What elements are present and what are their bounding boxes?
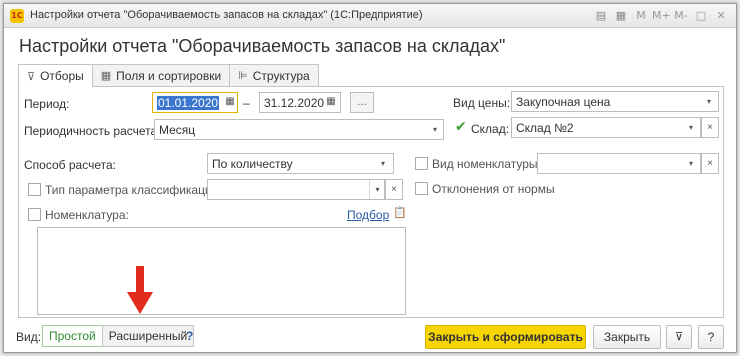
close-icon[interactable]: ✕ <box>712 7 730 25</box>
warehouse-clear-button[interactable]: × <box>701 117 719 138</box>
help-button[interactable]: ? <box>698 325 724 349</box>
close-button[interactable]: Закрыть <box>593 325 661 349</box>
warehouse-label: Склад: <box>471 122 510 136</box>
pick-link[interactable]: Подбор <box>347 208 389 222</box>
nomenclature-label: Номенклатура: <box>45 208 129 222</box>
price-type-dropdown-icon[interactable]: ▾ <box>701 92 717 111</box>
price-type-field[interactable]: Закупочная цена <box>511 91 719 112</box>
item-type-clear-button[interactable]: × <box>701 153 719 174</box>
warehouse-value: Склад №2 <box>516 121 574 135</box>
periodicity-value: Месяц <box>159 123 196 137</box>
restore-icon[interactable]: □ <box>692 7 710 25</box>
memory-m-icon[interactable]: M <box>632 7 650 25</box>
title-bar: 1С Настройки отчета "Оборачиваемость зап… <box>4 4 736 28</box>
red-arrow-annotation <box>127 266 153 319</box>
class-param-clear-button[interactable]: × <box>385 179 403 200</box>
calc-method-dropdown-icon[interactable]: ▾ <box>375 154 391 173</box>
pick-list-icon[interactable]: 📋 <box>393 206 407 219</box>
filter-settings-icon[interactable]: ⊽ <box>666 325 692 349</box>
period-label: Период: <box>24 97 70 111</box>
table-icon: ▦ <box>100 69 112 82</box>
memory-m-minus-icon[interactable]: M- <box>672 7 690 25</box>
class-param-field[interactable] <box>207 179 385 200</box>
view-help-link[interactable]: ? <box>186 329 193 343</box>
calc-method-label: Способ расчета: <box>24 158 116 172</box>
calc-method-field[interactable]: По количеству <box>207 153 394 174</box>
item-type-field[interactable] <box>537 153 701 174</box>
class-param-checkbox[interactable] <box>28 183 41 196</box>
periodicity-dropdown-icon[interactable]: ▾ <box>427 120 443 139</box>
tab-filters-label: Отборы <box>40 69 84 83</box>
tab-structure[interactable]: ⊫ Структура <box>229 64 319 86</box>
app-logo-icon: 1С <box>10 9 24 23</box>
window-title: Настройки отчета "Оборачиваемость запасо… <box>30 9 423 21</box>
periodicity-label: Периодичность расчета: <box>24 124 161 138</box>
item-type-checkbox[interactable] <box>415 157 428 170</box>
date-to-calendar-icon[interactable]: ▦ <box>321 92 341 113</box>
price-type-label: Вид цены: <box>453 96 511 110</box>
calc-method-value: По количеству <box>212 157 293 171</box>
warehouse-dropdown-icon[interactable]: ▾ <box>683 118 699 137</box>
item-type-dropdown-icon[interactable]: ▾ <box>683 154 699 173</box>
view-label: Вид: <box>16 330 42 344</box>
tab-filters[interactable]: ⊽ Отборы <box>18 64 93 87</box>
date-dash: – <box>243 96 250 110</box>
deviation-label: Отклонения от нормы <box>432 182 555 196</box>
filter-icon: ⊽ <box>27 69 36 83</box>
settings-window: 1С Настройки отчета "Оборачиваемость зап… <box>3 3 737 353</box>
tab-structure-label: Структура <box>252 68 310 83</box>
view-switch: Простой Расширенный <box>42 325 195 347</box>
deviation-checkbox[interactable] <box>415 182 428 195</box>
class-param-label: Тип параметра классификации: <box>45 183 222 197</box>
price-type-value: Закупочная цена <box>516 95 611 109</box>
form-title: Настройки отчета "Оборачиваемость запасо… <box>19 36 506 56</box>
tree-icon: ⊫ <box>238 69 248 82</box>
view-simple-button[interactable]: Простой <box>42 325 103 347</box>
memory-m-plus-icon[interactable]: M+ <box>652 7 671 25</box>
close-and-generate-button[interactable]: Закрыть и сформировать <box>425 325 586 349</box>
tab-bar: ⊽ Отборы ▦ Поля и сортировки ⊫ Структура <box>18 64 319 87</box>
nomenclature-list[interactable] <box>37 227 406 315</box>
class-param-dropdown-icon[interactable]: ▾ <box>369 180 385 199</box>
periodicity-field[interactable]: Месяц <box>154 119 444 140</box>
view-extended-button[interactable]: Расширенный <box>101 325 195 347</box>
tab-fields-sorting[interactable]: ▦ Поля и сортировки <box>91 64 231 86</box>
period-more-button[interactable]: ... <box>350 92 374 113</box>
tab-fields-sorting-label: Поля и сортировки <box>116 68 222 83</box>
date-from-calendar-icon[interactable]: ▦ <box>220 92 240 113</box>
nomenclature-checkbox[interactable] <box>28 208 41 221</box>
bottom-bar: Вид: Простой Расширенный ? Закрыть и сфо… <box>4 322 736 352</box>
warehouse-field[interactable]: Склад №2 <box>511 117 701 138</box>
document-icon[interactable]: ▤ <box>592 7 610 25</box>
filters-panel: Период: 01.01.2020 ▦ – 31.12.2020 ▦ ... … <box>18 86 724 318</box>
item-type-label: Вид номенклатуры: <box>432 157 541 171</box>
warehouse-checkbox[interactable] <box>455 119 468 135</box>
calendar-icon[interactable]: ▦ <box>612 7 630 25</box>
